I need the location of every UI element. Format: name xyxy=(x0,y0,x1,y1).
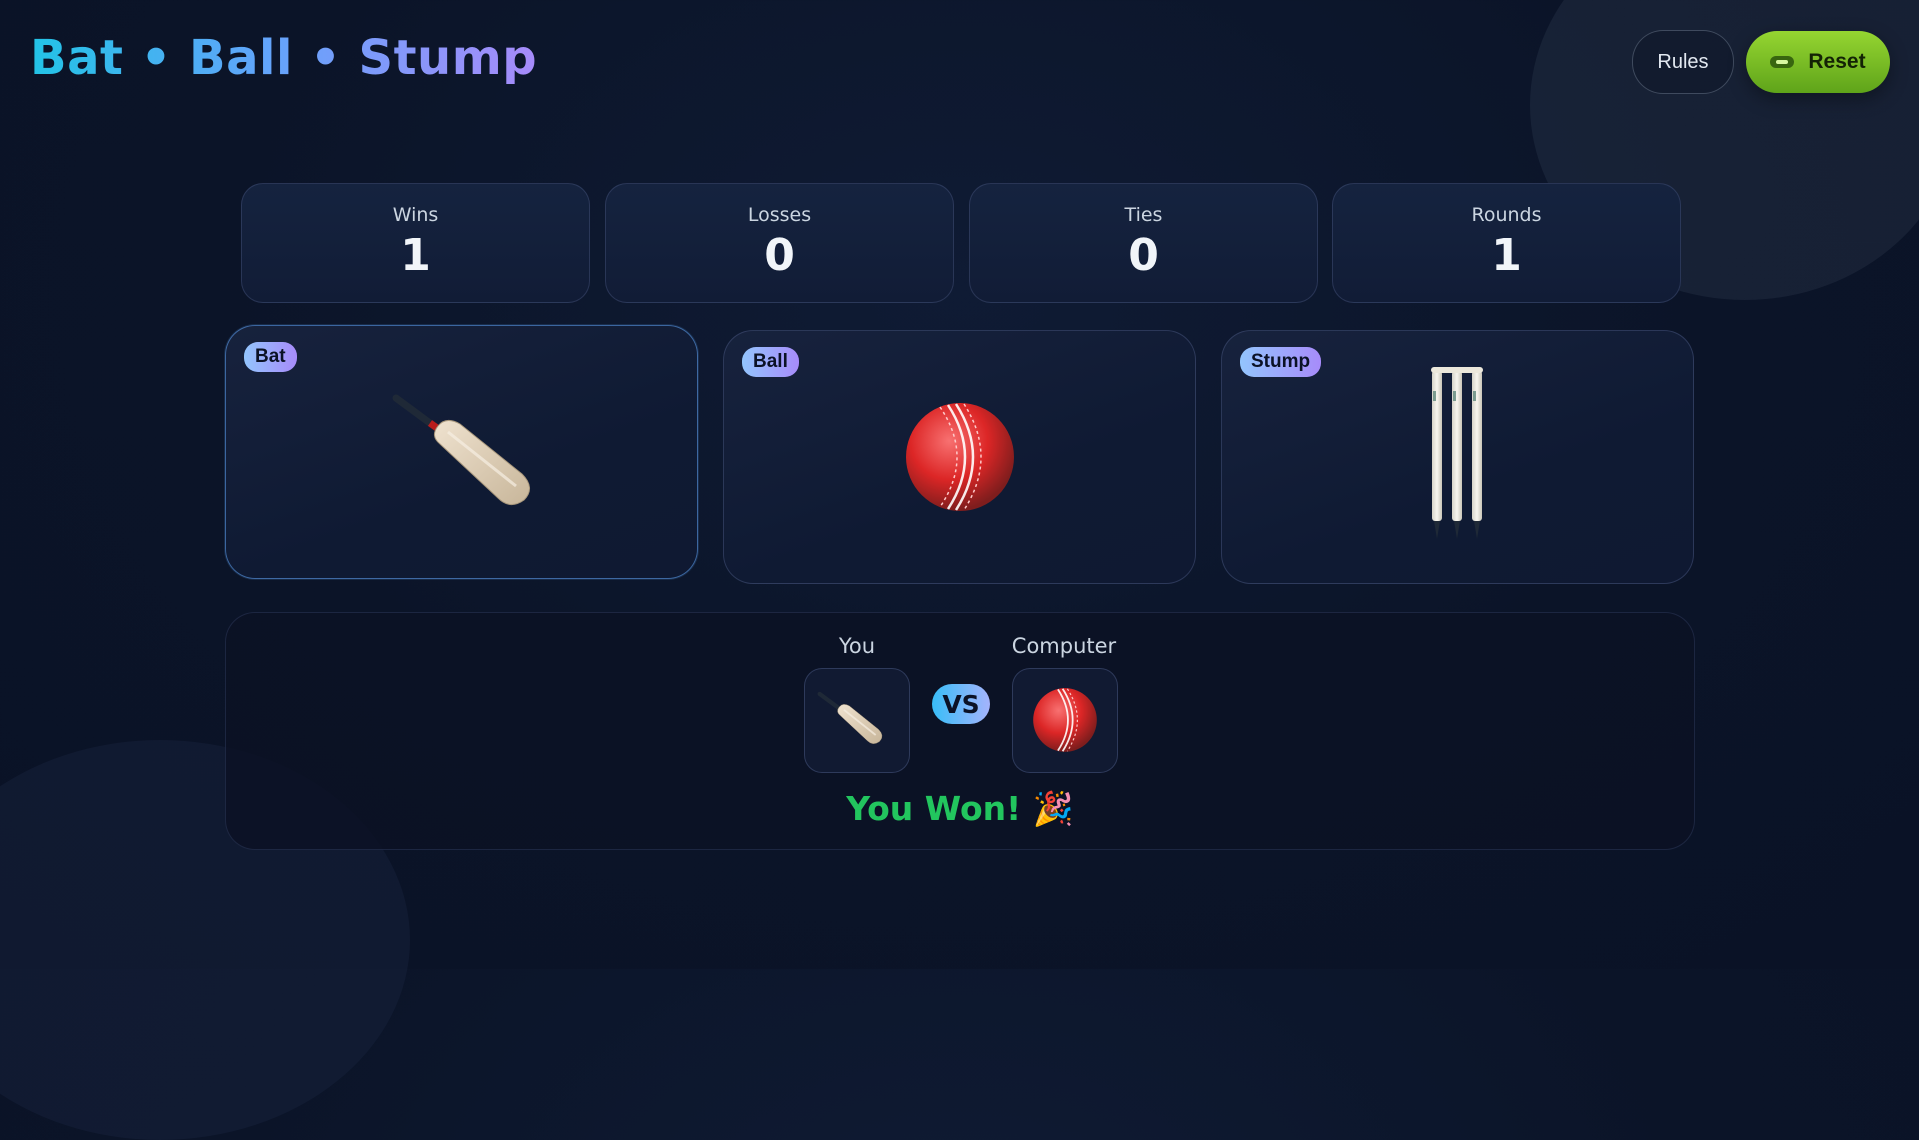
choice-label-stump: Stump xyxy=(1240,347,1322,377)
your-choice xyxy=(804,668,910,773)
stat-label: Rounds xyxy=(1471,204,1542,226)
computer-choice xyxy=(1012,668,1118,773)
choice-card-bat[interactable]: Bat xyxy=(225,325,698,579)
stumps-icon xyxy=(1431,367,1483,539)
you-label: You xyxy=(838,634,876,658)
stat-card-losses: Losses 0 xyxy=(605,183,954,303)
cricket-ball-icon xyxy=(906,403,1014,511)
choice-card-ball[interactable]: Ball xyxy=(723,330,1196,584)
rules-button-label: Rules xyxy=(1657,50,1709,73)
stat-value: 1 xyxy=(1491,230,1522,281)
cricket-bat-icon xyxy=(392,394,530,505)
reset-button-label: Reset xyxy=(1808,50,1866,73)
result-message: You Won! 🎉 xyxy=(846,789,1074,828)
computer-label: Computer xyxy=(1011,634,1117,658)
stat-value: 1 xyxy=(400,230,431,281)
stat-value: 0 xyxy=(764,230,795,281)
stat-card-rounds: Rounds 1 xyxy=(1332,183,1681,303)
stat-card-ties: Ties 0 xyxy=(969,183,1318,303)
stat-card-wins: Wins 1 xyxy=(241,183,590,303)
reset-button[interactable]: Reset xyxy=(1746,31,1890,93)
cricket-bat-icon xyxy=(817,691,883,744)
stat-value: 0 xyxy=(1128,230,1159,281)
result-panel: You Computer VS You Won! 🎉 xyxy=(225,612,1695,850)
choice-card-stump[interactable]: Stump xyxy=(1221,330,1694,584)
reset-icon xyxy=(1770,56,1795,68)
rules-button[interactable]: Rules xyxy=(1632,30,1734,94)
stat-label: Losses xyxy=(747,204,812,226)
choice-label-ball: Ball xyxy=(742,347,799,377)
choice-label-bat: Bat xyxy=(244,342,297,372)
page-title: Bat • Ball • Stump xyxy=(30,30,538,86)
stat-label: Ties xyxy=(1124,204,1163,226)
stat-label: Wins xyxy=(392,204,439,226)
cricket-ball-icon xyxy=(1033,688,1097,752)
vs-badge: VS xyxy=(932,684,990,724)
